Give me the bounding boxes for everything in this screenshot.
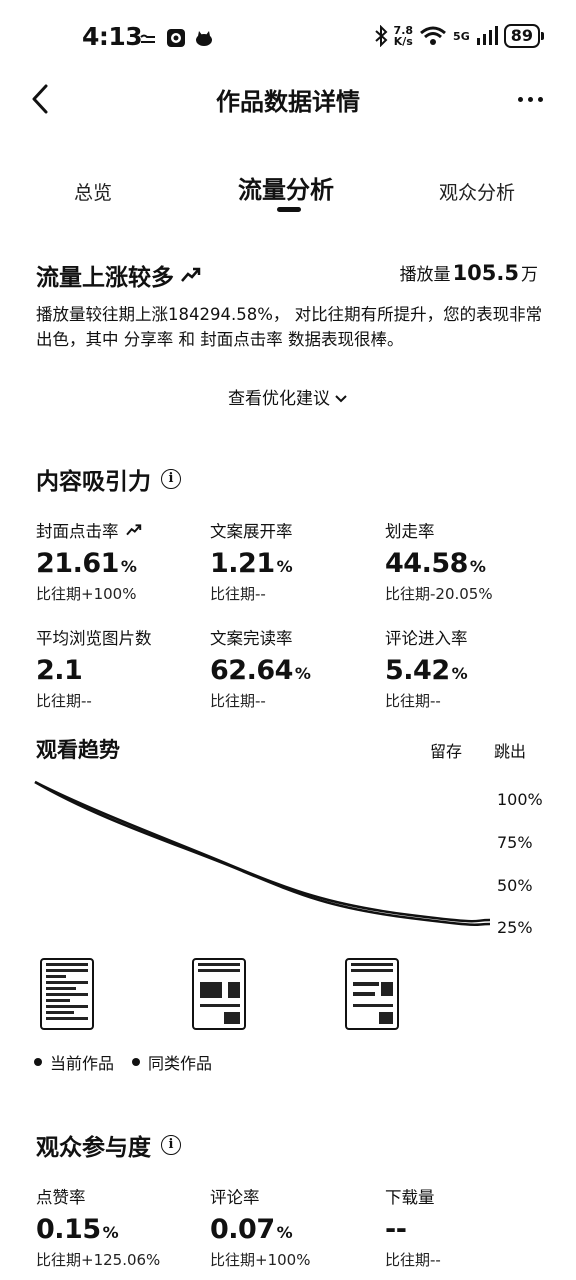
image-thumbnail-3[interactable]: [345, 958, 399, 1030]
tab-active-indicator: [277, 207, 301, 212]
viewing-trend-chart: [34, 780, 491, 927]
network-speed: 7.8 K/s: [393, 24, 414, 48]
y-label-50: 50%: [497, 876, 533, 895]
tab-overview[interactable]: 总览: [74, 178, 112, 205]
y-label-100: 100%: [497, 790, 543, 809]
image-thumbnail-1[interactable]: [40, 958, 94, 1030]
metric-comment-entry-rate: 评论进入率 5.42% 比往期--: [385, 629, 468, 710]
audience-engagement-title: 观众参与度 i: [36, 1128, 181, 1162]
battery-indicator: 89: [503, 24, 545, 48]
header: 作品数据详情: [0, 76, 576, 124]
trend-up-icon: [181, 267, 201, 282]
legend-current-work: 当前作品: [34, 1050, 114, 1074]
signal-icon: [476, 26, 498, 45]
tab-audience-analysis[interactable]: 观众分析: [439, 178, 515, 205]
play-count: 播放量 105.5 万: [399, 261, 538, 285]
metric-comment-rate: 评论率 0.07% 比往期+100%: [210, 1188, 311, 1269]
similar-work-line: [34, 780, 491, 927]
metric-swipe-away-rate: 划走率 44.58% 比往期-20.05%: [385, 522, 493, 603]
info-icon[interactable]: i: [161, 469, 181, 489]
y-label-25: 25%: [497, 918, 533, 937]
status-notification-icons: [138, 28, 214, 48]
trend-legend: 当前作品 同类作品: [34, 1050, 212, 1074]
tab-traffic-analysis[interactable]: 流量分析: [238, 170, 334, 205]
status-bar: 4:13 7.8 K/s 5G 89: [0, 0, 576, 80]
flow-description: 播放量较往期上涨184294.58%， 对比往期有所提升，您的表现非常出色，其中…: [36, 305, 543, 349]
info-icon[interactable]: i: [161, 1135, 181, 1155]
more-options-icon[interactable]: [518, 84, 550, 114]
current-work-line: [34, 780, 491, 923]
optimization-suggestion-link[interactable]: 查看优化建议: [0, 384, 576, 409]
tab-retention[interactable]: 留存: [430, 738, 462, 762]
wifi-icon: [420, 26, 447, 45]
page-title: 作品数据详情: [216, 88, 360, 116]
metric-text-expand-rate: 文案展开率 1.21% 比往期--: [210, 522, 293, 603]
viewing-trend-title: 观看趋势: [36, 738, 120, 762]
dash-icon: [140, 34, 155, 43]
content-attraction-title: 内容吸引力 i: [36, 462, 181, 496]
tab-exit[interactable]: 跳出: [494, 738, 526, 762]
metric-cover-click-rate: 封面点击率 21.61% 比往期+100%: [36, 518, 206, 604]
app-notification-icon: [167, 29, 185, 47]
cat-icon: [196, 31, 212, 46]
metric-avg-images-viewed: 平均浏览图片数 2.1 比往期--: [36, 629, 152, 710]
flow-summary-title: 流量上涨较多: [36, 258, 202, 292]
status-time: 4:13: [82, 22, 143, 51]
image-thumbnail-2[interactable]: [192, 958, 246, 1030]
status-system-icons: 7.8 K/s 5G 89: [374, 24, 545, 48]
metric-like-rate: 点赞率 0.15% 比往期+125.06%: [36, 1188, 161, 1269]
legend-similar-work: 同类作品: [132, 1050, 212, 1074]
metric-download-count: 下载量 -- 比往期--: [385, 1188, 441, 1269]
y-label-75: 75%: [497, 833, 533, 852]
metric-text-completion-rate: 文案完读率 62.64% 比往期--: [210, 629, 311, 710]
bluetooth-icon: [374, 25, 387, 47]
chevron-down-icon: [335, 395, 347, 403]
network-type: 5G: [453, 29, 470, 43]
trend-up-icon: [125, 524, 141, 536]
